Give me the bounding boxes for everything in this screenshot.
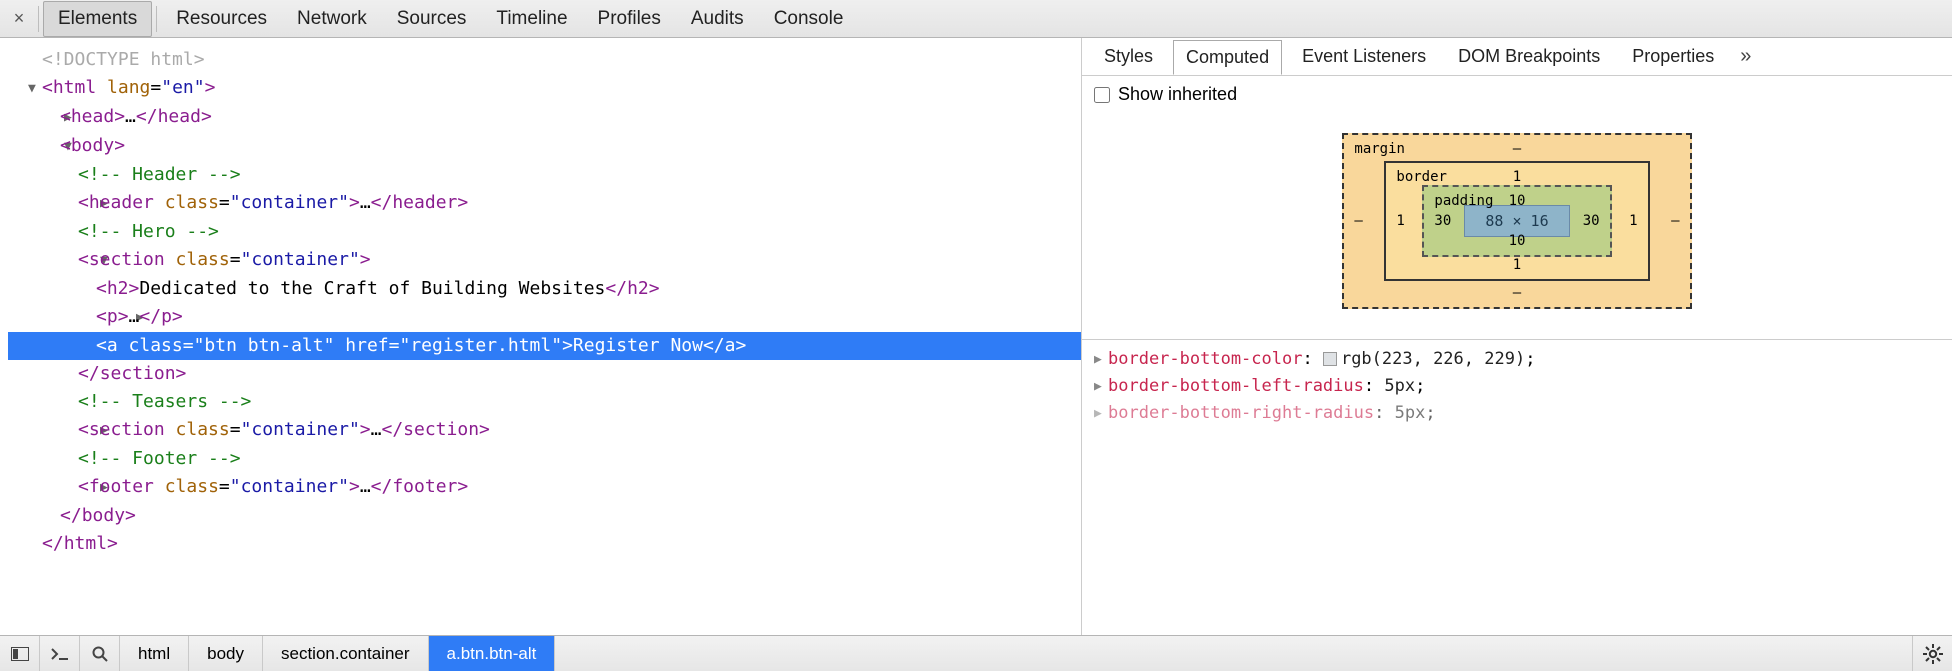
dock-icon[interactable] xyxy=(0,636,40,671)
computed-property-row[interactable]: ▶border-bottom-left-radius: 5px; xyxy=(1094,373,1940,400)
breadcrumb-item[interactable]: body xyxy=(189,636,263,671)
border-right-value: 1 xyxy=(1629,213,1637,229)
box-model-padding[interactable]: padding 10 10 30 30 88 × 16 xyxy=(1422,185,1611,257)
dom-line[interactable]: <!-- Hero --> xyxy=(8,218,1081,246)
tab-network[interactable]: Network xyxy=(282,1,382,37)
padding-label: padding xyxy=(1434,193,1493,209)
tab-timeline[interactable]: Timeline xyxy=(481,1,582,37)
color-swatch-icon xyxy=(1323,352,1337,366)
tab-elements[interactable]: Elements xyxy=(43,1,152,37)
tab-profiles[interactable]: Profiles xyxy=(583,1,676,37)
console-icon[interactable] xyxy=(40,636,80,671)
spacer xyxy=(555,636,1912,671)
tab-audits[interactable]: Audits xyxy=(676,1,759,37)
breadcrumb-item[interactable]: section.container xyxy=(263,636,429,671)
border-label: border xyxy=(1396,169,1447,185)
box-model-diagram: margin – – – – border 1 1 1 1 padding 10 xyxy=(1082,113,1952,339)
more-tabs-icon[interactable]: » xyxy=(1734,45,1757,68)
rtab-dom-breakpoints[interactable]: DOM Breakpoints xyxy=(1446,40,1612,73)
show-inherited-checkbox[interactable] xyxy=(1094,87,1110,103)
margin-left-value: – xyxy=(1354,213,1362,229)
toolbar-separator xyxy=(156,6,157,32)
bottom-toolbar: html body section.container a.btn.btn-al… xyxy=(0,635,1952,671)
border-top-value: 1 xyxy=(1513,169,1521,185)
dom-line[interactable]: <!-- Header --> xyxy=(8,161,1081,189)
rtab-computed[interactable]: Computed xyxy=(1173,40,1282,75)
computed-properties-list: ▶border-bottom-color: rgb(223, 226, 229)… xyxy=(1082,339,1952,433)
dom-line[interactable]: ▶<head>…</head> xyxy=(8,103,1081,132)
margin-label: margin xyxy=(1354,141,1405,157)
dom-line[interactable]: <!DOCTYPE html> xyxy=(8,46,1081,74)
dom-line[interactable]: </section> xyxy=(8,360,1081,388)
styles-pane: Styles Computed Event Listeners DOM Brea… xyxy=(1082,38,1952,635)
dom-line[interactable]: </body> xyxy=(8,502,1081,530)
dom-line[interactable]: ▶<p>…</p> xyxy=(8,303,1081,332)
breadcrumb-item[interactable]: a.btn.btn-alt xyxy=(429,636,556,671)
show-inherited-row: Show inherited xyxy=(1082,76,1952,113)
dom-line[interactable]: <!-- Footer --> xyxy=(8,445,1081,473)
dom-line-selected[interactable]: <a class="btn btn-alt" href="register.ht… xyxy=(8,332,1081,360)
tab-console[interactable]: Console xyxy=(759,1,859,37)
padding-bottom-value: 10 xyxy=(1509,233,1526,249)
rtab-properties[interactable]: Properties xyxy=(1620,40,1726,73)
gear-icon[interactable] xyxy=(1912,636,1952,671)
toolbar-separator xyxy=(38,6,39,32)
search-icon[interactable] xyxy=(80,636,120,671)
dom-line[interactable]: ▶<header class="container">…</header> xyxy=(8,189,1081,218)
devtools-toolbar: × Elements Resources Network Sources Tim… xyxy=(0,0,1952,38)
computed-property-row[interactable]: ▶border-bottom-color: rgb(223, 226, 229)… xyxy=(1094,346,1940,373)
padding-left-value: 30 xyxy=(1434,213,1451,229)
margin-right-value: – xyxy=(1671,213,1679,229)
tab-resources[interactable]: Resources xyxy=(161,1,282,37)
right-panel-tabs: Styles Computed Event Listeners DOM Brea… xyxy=(1082,38,1952,76)
dom-tree-pane[interactable]: <!DOCTYPE html> ▼<html lang="en"> ▶<head… xyxy=(0,38,1082,635)
border-bottom-value: 1 xyxy=(1513,257,1521,273)
rtab-event-listeners[interactable]: Event Listeners xyxy=(1290,40,1438,73)
dom-line[interactable]: ▼<body> xyxy=(8,132,1081,161)
breadcrumb-item[interactable]: html xyxy=(120,636,189,671)
border-left-value: 1 xyxy=(1396,213,1404,229)
close-icon[interactable]: × xyxy=(4,8,34,29)
dom-line[interactable]: </html> xyxy=(8,530,1081,558)
box-model-margin[interactable]: margin – – – – border 1 1 1 1 padding 10 xyxy=(1342,133,1691,309)
margin-bottom-value: – xyxy=(1513,285,1521,301)
dom-line[interactable]: <!-- Teasers --> xyxy=(8,388,1081,416)
rtab-styles[interactable]: Styles xyxy=(1092,40,1165,73)
dom-line[interactable]: ▼<section class="container"> xyxy=(8,246,1081,275)
main-area: <!DOCTYPE html> ▼<html lang="en"> ▶<head… xyxy=(0,38,1952,635)
margin-top-value: – xyxy=(1513,141,1521,157)
computed-property-row[interactable]: ▶border-bottom-right-radius: 5px; xyxy=(1094,400,1940,427)
dom-line[interactable]: <h2>Dedicated to the Craft of Building W… xyxy=(8,275,1081,303)
padding-top-value: 10 xyxy=(1509,193,1526,209)
dom-line[interactable]: ▶<footer class="container">…</footer> xyxy=(8,473,1081,502)
padding-right-value: 30 xyxy=(1583,213,1600,229)
dom-line[interactable]: ▶<section class="container">…</section> xyxy=(8,416,1081,445)
box-model-border[interactable]: border 1 1 1 1 padding 10 10 30 30 88 × … xyxy=(1384,161,1649,281)
dom-line[interactable]: ▼<html lang="en"> xyxy=(8,74,1081,103)
show-inherited-label: Show inherited xyxy=(1118,84,1237,105)
tab-sources[interactable]: Sources xyxy=(382,1,482,37)
